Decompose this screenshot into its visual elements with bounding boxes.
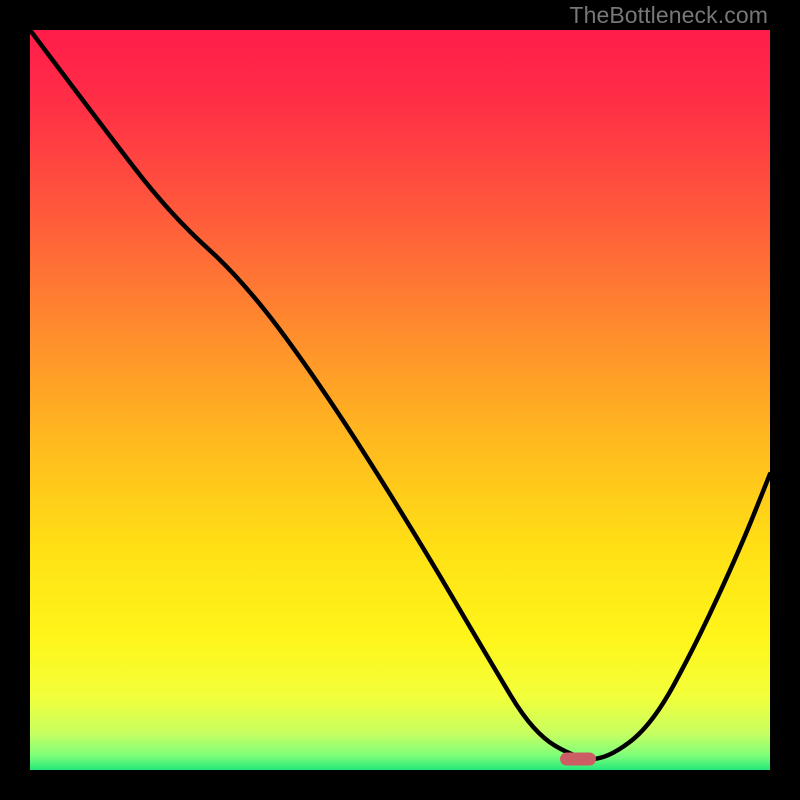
bottleneck-curve — [30, 30, 770, 770]
plot-area — [30, 30, 770, 770]
optimum-marker — [560, 752, 596, 765]
watermark-text: TheBottleneck.com — [569, 2, 768, 29]
